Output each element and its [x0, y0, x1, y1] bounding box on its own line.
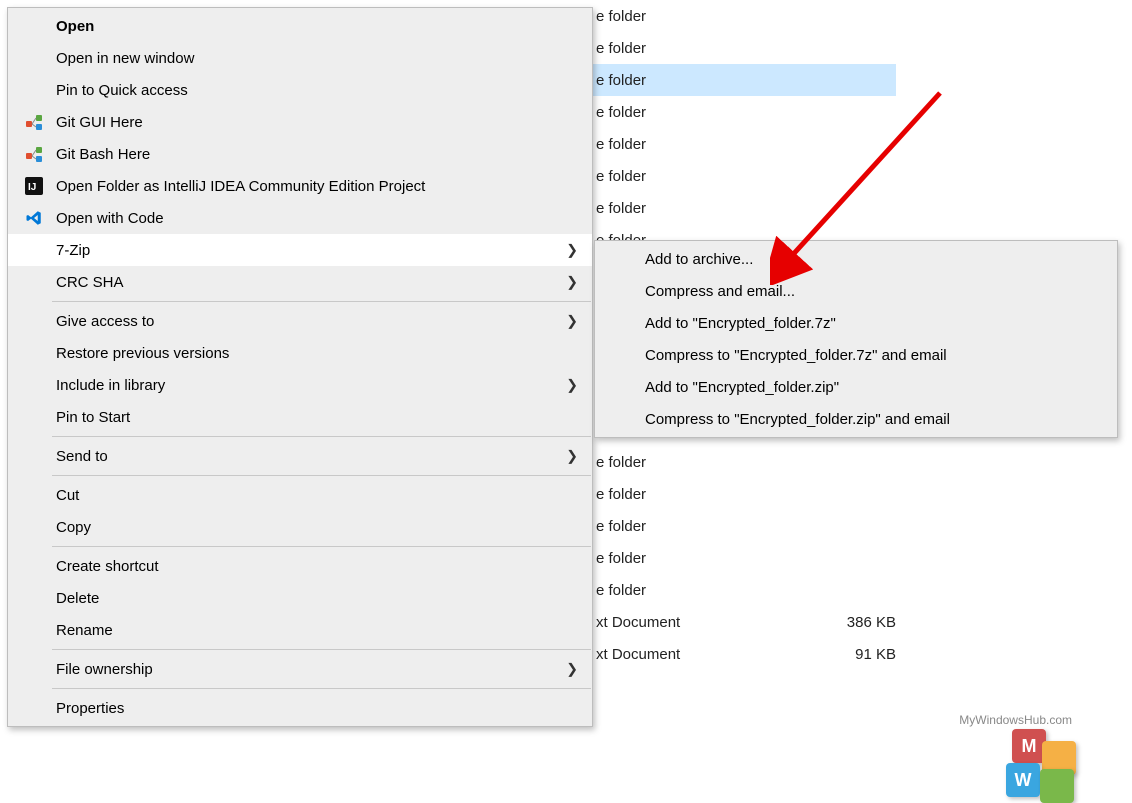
menu-separator: [52, 475, 591, 476]
menu-cut[interactable]: Cut: [8, 479, 592, 511]
file-row[interactable]: e folder: [586, 510, 1126, 542]
chevron-right-icon: ❯: [566, 661, 578, 678]
file-row[interactable]: e folder: [586, 574, 1126, 606]
menu-restore-versions[interactable]: Restore previous versions: [8, 337, 592, 369]
file-row[interactable]: e folder: [586, 128, 1126, 160]
vscode-icon: [24, 208, 44, 228]
file-row[interactable]: e folder: [586, 478, 1126, 510]
chevron-right-icon: ❯: [566, 274, 578, 291]
menu-separator: [52, 546, 591, 547]
svg-text:IJ: IJ: [28, 182, 36, 193]
menu-crc-sha[interactable]: CRC SHA ❯: [8, 266, 592, 298]
menu-separator: [52, 649, 591, 650]
file-row[interactable]: e folder: [586, 96, 1126, 128]
submenu-compress-email[interactable]: Compress and email...: [595, 275, 1117, 307]
menu-open[interactable]: Open: [8, 10, 592, 42]
git-bash-icon: [24, 144, 44, 164]
chevron-right-icon: ❯: [566, 448, 578, 465]
file-row-selected[interactable]: e folder: [586, 64, 896, 96]
file-row[interactable]: e folder: [586, 446, 1126, 478]
file-row[interactable]: xt Document 91 KB: [586, 638, 1126, 670]
file-row[interactable]: e folder: [586, 192, 1126, 224]
submenu-7zip: Add to archive... Compress and email... …: [594, 240, 1118, 438]
intellij-icon: IJ: [24, 176, 44, 196]
menu-give-access[interactable]: Give access to ❯: [8, 305, 592, 337]
file-row[interactable]: e folder: [586, 160, 1126, 192]
context-menu: Open Open in new window Pin to Quick acc…: [7, 7, 593, 727]
menu-pin-start[interactable]: Pin to Start: [8, 401, 592, 433]
menu-pin-quick-access[interactable]: Pin to Quick access: [8, 74, 592, 106]
menu-send-to[interactable]: Send to ❯: [8, 440, 592, 472]
menu-git-bash[interactable]: Git Bash Here: [8, 138, 592, 170]
chevron-right-icon: ❯: [566, 242, 578, 259]
menu-rename[interactable]: Rename: [8, 614, 592, 646]
file-list: e folder e folder e folder e folder e fo…: [586, 0, 1126, 256]
chevron-right-icon: ❯: [566, 313, 578, 330]
git-gui-icon: [24, 112, 44, 132]
menu-separator: [52, 688, 591, 689]
menu-delete[interactable]: Delete: [8, 582, 592, 614]
menu-separator: [52, 301, 591, 302]
chevron-right-icon: ❯: [566, 377, 578, 394]
menu-create-shortcut[interactable]: Create shortcut: [8, 550, 592, 582]
menu-git-gui[interactable]: Git GUI Here: [8, 106, 592, 138]
menu-separator: [52, 436, 591, 437]
menu-intellij[interactable]: IJ Open Folder as IntelliJ IDEA Communit…: [8, 170, 592, 202]
watermark-text: MyWindowsHub.com: [959, 713, 1072, 727]
menu-vscode[interactable]: Open with Code: [8, 202, 592, 234]
menu-include-library[interactable]: Include in library ❯: [8, 369, 592, 401]
submenu-add-7z[interactable]: Add to "Encrypted_folder.7z": [595, 307, 1117, 339]
submenu-compress-zip-email[interactable]: Compress to "Encrypted_folder.zip" and e…: [595, 403, 1117, 435]
menu-7zip[interactable]: 7-Zip ❯: [8, 234, 592, 266]
submenu-compress-7z-email[interactable]: Compress to "Encrypted_folder.7z" and em…: [595, 339, 1117, 371]
file-list-lower: e folder e folder e folder e folder e fo…: [586, 446, 1126, 670]
menu-file-ownership[interactable]: File ownership ❯: [8, 653, 592, 685]
menu-properties[interactable]: Properties: [8, 692, 592, 724]
file-row[interactable]: xt Document 386 KB: [586, 606, 1126, 638]
menu-open-new-window[interactable]: Open in new window: [8, 42, 592, 74]
file-row[interactable]: e folder: [586, 542, 1126, 574]
file-row[interactable]: e folder: [586, 32, 1126, 64]
submenu-add-zip[interactable]: Add to "Encrypted_folder.zip": [595, 371, 1117, 403]
menu-copy[interactable]: Copy: [8, 511, 592, 543]
file-row[interactable]: e folder: [586, 0, 1126, 32]
submenu-add-archive[interactable]: Add to archive...: [595, 243, 1117, 275]
